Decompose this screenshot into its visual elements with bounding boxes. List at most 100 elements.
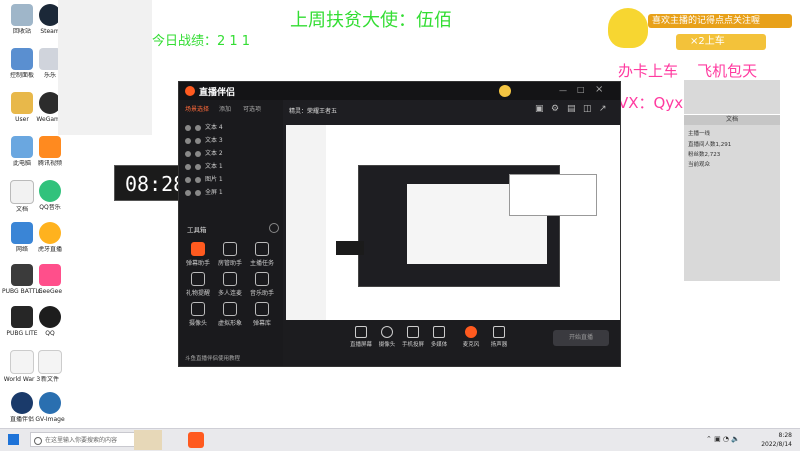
layer-item[interactable]: 文本 1 [185,161,277,172]
tool-danmu-library[interactable]: 弹幕库 [247,302,277,327]
screen-capture-button[interactable]: 直播屏幕 [349,326,373,348]
eye-icon[interactable] [185,176,191,183]
preview-tooltip [509,174,597,216]
desktop-icon-gv-image[interactable]: GV-Image [30,392,70,423]
share-icon[interactable]: ↗ [599,104,607,114]
layer-item[interactable]: 文本 3 [185,135,277,146]
layer-item[interactable]: 全屏 1 [185,187,277,198]
close-icon[interactable]: × [595,84,603,95]
desktop-icon-huya[interactable]: 虎牙直播 [30,222,70,253]
tool-gift-alert[interactable]: 礼物提醒 [183,272,213,297]
tab-scene[interactable]: 场景选择 [185,104,209,113]
lock-icon[interactable] [195,137,201,144]
tab-add[interactable]: 添加 [219,104,231,113]
taskbar-date[interactable]: 2022/8/14 [752,441,792,448]
headline-overlay: 上周扶贫大使：伍佰 [290,10,452,31]
desktop-icon-new-file[interactable]: 新文件 [30,350,70,383]
tool-music[interactable]: 音乐助手 [247,272,277,297]
promo-overlay: 办卡上车 飞机包天 [618,62,758,80]
desktop-icon-qq[interactable]: QQ [30,306,70,337]
layout-icon[interactable]: ▣ [535,104,544,114]
start-live-button[interactable]: 开始直播 [553,330,609,346]
huya-icon [39,222,61,244]
phone-cast-button[interactable]: 手机投屏 [401,326,425,348]
toolbox-title: 工具箱 [187,226,207,234]
sidebar-footer-link[interactable]: 斗鱼直播伴侣使用教程 [185,354,240,362]
phone-icon [407,326,419,338]
tray-icons[interactable]: ⌃ ▣ ◔ 🔈 [706,435,740,443]
tool-camera[interactable]: 摄像头 [183,302,213,327]
camera-icon [191,302,205,316]
media-button[interactable]: 多媒体 [427,326,451,348]
preview-clock [336,241,364,255]
speaker-button[interactable]: 扬声器 [487,326,511,348]
camera-icon [381,326,393,338]
info-panel-row: 直播间人数1,291 [688,142,732,148]
gift-banner: ×2上车 [676,34,766,50]
taskbar-decor-image [134,430,162,450]
speaker-icon [493,326,505,338]
tool-room-manager[interactable]: 房管助手 [215,242,245,267]
tool-danmu-assistant[interactable]: 弹幕助手 [183,242,213,267]
lock-icon[interactable] [195,150,201,157]
eye-icon[interactable] [185,189,191,196]
task-icon [255,242,269,256]
info-panel: 文档 主播一线 直播间人数1,291 粉丝数2,723 当前观众 [684,115,780,281]
avatar-icon [223,302,237,316]
desktop-icon-tencent-video[interactable]: 腾讯视频 [30,136,70,167]
minimize-icon[interactable]: — [559,86,567,95]
lock-icon[interactable] [195,176,201,183]
bottom-toolbar: 直播屏幕 摄像头 手机投屏 多媒体 麦克风 扬声器 开始直播 [283,320,620,366]
camera-button[interactable]: 摄像头 [375,326,399,348]
pikachu-sticker [608,8,648,48]
avatar[interactable] [499,85,511,97]
tab-options[interactable]: 可选项 [243,104,261,113]
app-title: 直播伴侣 [199,88,236,98]
info-panel-row: 当前观众 [688,162,711,168]
eye-icon[interactable] [185,137,191,144]
library-icon [255,302,269,316]
windows-start-icon[interactable] [8,434,19,445]
screenshot-icon[interactable]: ◫ [583,104,592,114]
preview-nested-window [358,165,597,287]
media-icon [433,326,445,338]
live-companion-window: 直播伴侣 — □ × 场景选择 添加 可选项 文本 4 文本 3 文本 2 文本… [178,81,621,367]
monitor-icon [355,326,367,338]
search-icon [34,437,42,445]
info-panel-row: 粉丝数2,723 [688,152,721,158]
new-file-icon [38,350,62,374]
background-window-strip [58,0,152,135]
follow-banner: 喜欢主播的记得点点关注喔 [648,14,792,28]
title-bar: 直播伴侣 — □ × [179,82,620,100]
lock-icon[interactable] [195,189,201,196]
taskbar-time[interactable]: 8:28 [752,432,792,439]
eye-icon[interactable] [185,163,191,170]
eye-icon[interactable] [185,150,191,157]
maximize-icon[interactable]: □ [577,85,585,94]
more-icon[interactable] [269,223,279,233]
info-panel-top [684,80,780,114]
today-score-overlay: 今日战绩：2 1 1 [152,34,251,49]
layer-item[interactable]: 图片 1 [185,174,277,185]
taskbar-live-companion-icon[interactable] [188,432,204,448]
layer-item[interactable]: 文本 4 [185,122,277,133]
music-icon [255,272,269,286]
gear-icon[interactable]: ⚙ [551,104,559,114]
qq-icon [39,306,61,328]
microphone-button[interactable]: 麦克风 [459,326,483,348]
microphone-icon [465,326,477,338]
desktop-icon-qq-music[interactable]: QQ音乐 [30,180,70,211]
info-panel-title: 文档 [684,115,780,125]
taskbar: 在这里输入你要搜索的内容 ⌃ ▣ ◔ 🔈 8:28 2022/8/14 [0,428,800,451]
lock-icon[interactable] [195,163,201,170]
tool-multi-mic[interactable]: 多人连麦 [215,272,245,297]
layer-item[interactable]: 文本 2 [185,148,277,159]
desktop-icon-geegee[interactable]: GeeGee [30,264,70,295]
lock-icon[interactable] [195,124,201,131]
save-icon[interactable]: ▤ [567,104,576,114]
tool-avatar[interactable]: 虚拟形象 [215,302,245,327]
gv-image-icon [39,392,61,414]
eye-icon[interactable] [185,124,191,131]
app-logo-icon [185,86,195,96]
tool-tasks[interactable]: 主播任务 [247,242,277,267]
